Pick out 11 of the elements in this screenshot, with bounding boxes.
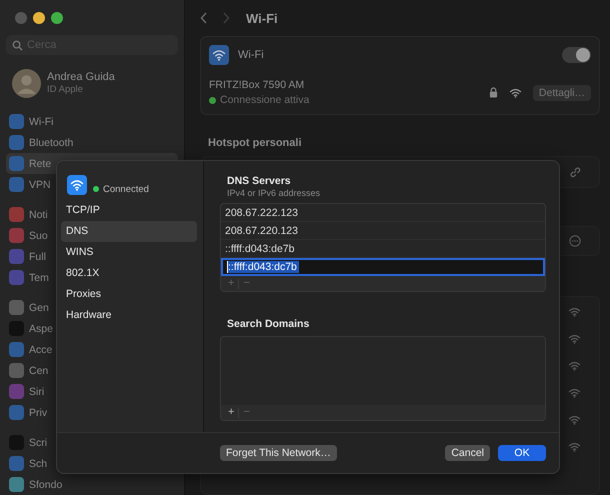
- section-subtitle: IPv4 or IPv6 addresses: [227, 188, 322, 198]
- section-heading: Search Domains: [227, 318, 310, 330]
- wifi-label: Wi-Fi: [238, 49, 265, 61]
- connection-status: Connected: [103, 184, 149, 195]
- account-subtitle: ID Apple: [47, 84, 84, 96]
- network-name: FRITZ!Box 7590 AM: [209, 79, 306, 91]
- page-title: Wi-Fi: [246, 10, 278, 26]
- connection-status: Connessione attiva: [220, 94, 310, 106]
- section-heading: DNS Servers: [227, 175, 292, 187]
- account-name: Andrea Guida: [47, 71, 115, 84]
- section-heading: Hotspot personali: [208, 137, 303, 149]
